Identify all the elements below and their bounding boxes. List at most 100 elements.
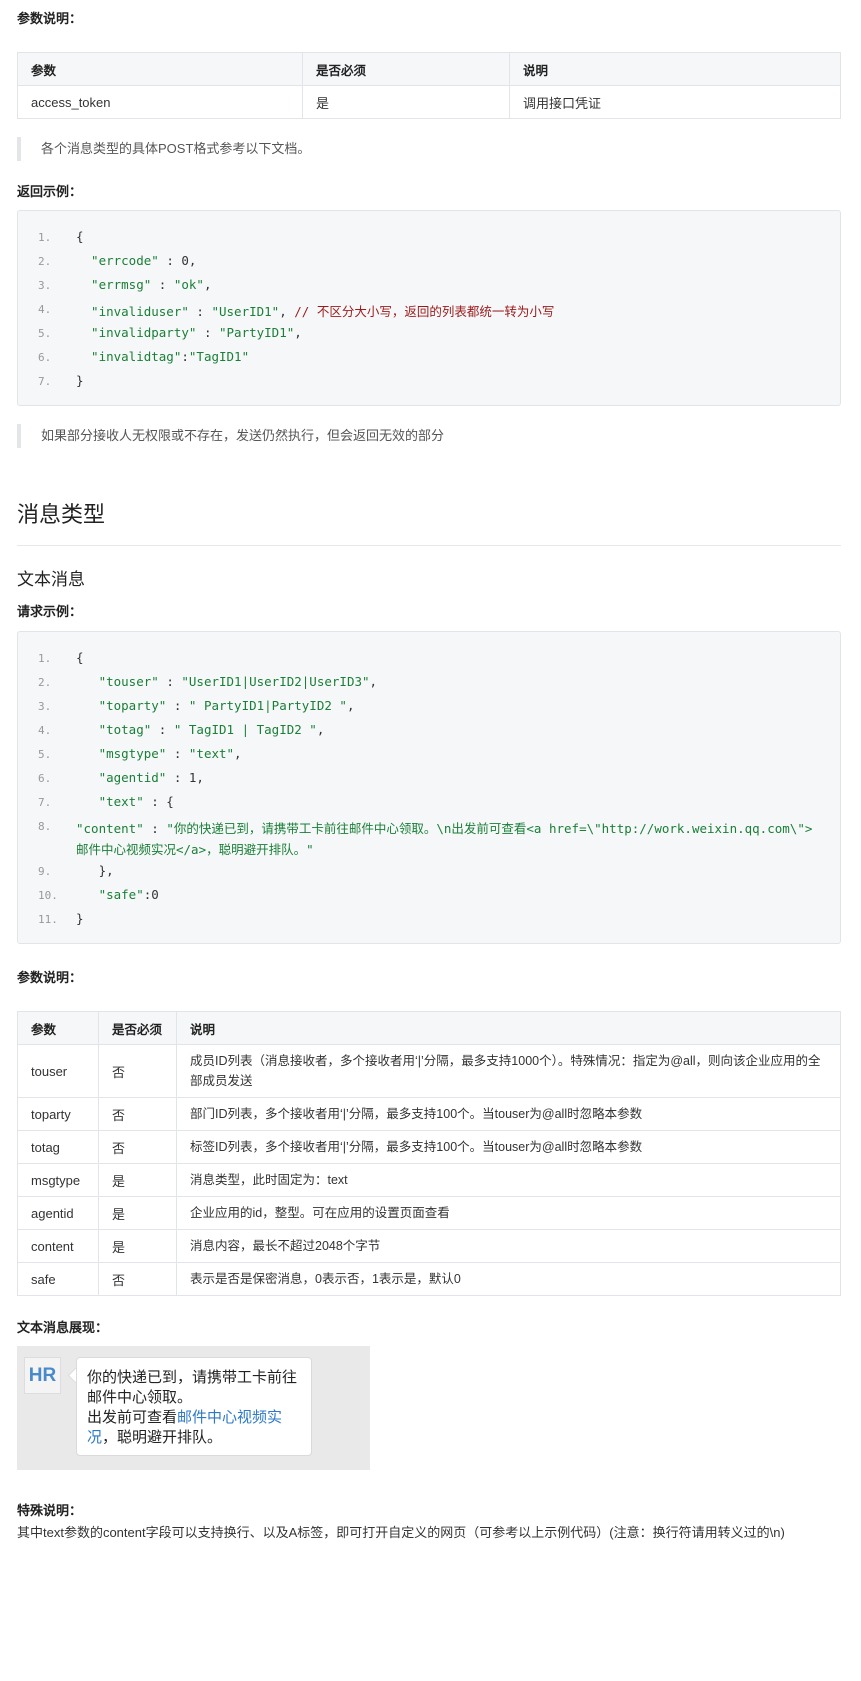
line-number: 4. — [38, 724, 52, 737]
code-token: : — [188, 304, 212, 319]
code-token: "invalidparty" — [76, 325, 197, 340]
subsection-heading: 文本消息 — [17, 570, 85, 589]
line-number: 3. — [38, 700, 52, 713]
response-code-block: 1. {2. "errcode" : 0, 3. "errmsg" : "ok", 4… — [17, 210, 841, 406]
code-token: "touser" — [76, 674, 159, 689]
code-token: : — [151, 277, 174, 292]
code-line: "invaliduser" : "UserID1", // 不区分大小写，返回的… — [76, 301, 554, 320]
line-number: 7. — [38, 375, 52, 388]
code-token: :0 — [143, 887, 159, 902]
table-cell: 标签ID列表，多个接收者用‘|’分隔，最多支持100个。当touser为@all… — [176, 1130, 841, 1164]
table-header-cell: 是否必须 — [302, 52, 510, 86]
line-number: 11. — [38, 913, 58, 926]
code-token: "msgtype" — [76, 746, 167, 761]
line-number: 5. — [38, 327, 52, 340]
note-blockquote-partial: 如果部分接收人无权限或不存在，发送仍然执行，但会返回无效的部分 — [17, 424, 841, 448]
code-line: "invalidparty" : "PartyID1", — [76, 325, 302, 340]
code-token: : — [158, 674, 182, 689]
display-label: 文本消息展现： — [17, 1320, 109, 1335]
code-token: : { — [143, 794, 174, 809]
table-cell: agentid — [17, 1196, 99, 1230]
code-token: "PartyID1" — [219, 325, 295, 340]
code-token: "TagID1" — [188, 349, 250, 364]
code-token: "text" — [76, 794, 144, 809]
line-number: 1. — [38, 652, 52, 665]
code-token: : 0, — [158, 253, 197, 268]
code-token: "invaliduser" — [76, 304, 189, 319]
code-token: : — [151, 722, 174, 737]
code-token: , — [234, 746, 242, 761]
table-row: toparty 否部门ID列表，多个接收者用‘|’分隔，最多支持100个。当tou… — [17, 1097, 841, 1131]
table-cell: 部门ID列表，多个接收者用‘|’分隔，最多支持100个。当touser为@all… — [176, 1097, 841, 1131]
table-row: totag 否标签ID列表，多个接收者用‘|’分隔，最多支持100个。当touse… — [17, 1130, 841, 1164]
table-cell: 否 — [98, 1097, 177, 1131]
params-table-text: 参数 是否必须 说明 touser 否成员ID列表（消息接收者，多个接收者用‘|’… — [17, 1011, 841, 1296]
code-token: "errcode" — [76, 253, 159, 268]
code-token: "ok" — [173, 277, 204, 292]
code-token: , — [294, 325, 302, 340]
code-token: } — [76, 373, 84, 388]
response-example-label: 返回示例： — [17, 184, 83, 199]
table-header-cell: 说明 — [509, 52, 841, 86]
table-cell: safe — [17, 1262, 99, 1296]
note-blockquote: 各个消息类型的具体POST格式参考以下文档。 — [17, 137, 841, 161]
table-cell: 表示是否是保密消息，0表示否，1表示是，默认0 — [176, 1262, 841, 1296]
line-number: 1. — [38, 231, 52, 244]
code-token: , — [203, 277, 212, 292]
code-line: "touser" : "UserID1|UserID2|UserID3", — [76, 674, 378, 689]
code-token: "safe" — [76, 887, 144, 902]
request-code-block: 1. {2. "touser" : "UserID1|UserID2|UserID… — [17, 631, 841, 944]
table-row: touser 否成员ID列表（消息接收者，多个接收者用‘|’分隔，最多支持1000… — [17, 1044, 841, 1098]
table-row: agentid 是企业应用的id，整型。可在应用的设置页面查看 — [17, 1196, 841, 1230]
line-number: 8. — [38, 820, 52, 833]
code-token: : — [166, 746, 189, 761]
table-cell: 是 — [98, 1229, 177, 1263]
code-token: { — [76, 650, 84, 665]
code-token: "invalidtag" — [76, 349, 182, 364]
code-line: "content" : "你的快递已到，请携带工卡前往邮件中心领取。\n出发前可… — [76, 818, 816, 860]
code-token: "UserID1|UserID2|UserID3" — [181, 674, 370, 689]
code-token: : — [166, 698, 189, 713]
code-line: "msgtype" : "text", — [76, 746, 242, 761]
code-line: } — [76, 911, 84, 926]
line-number: 2. — [38, 255, 52, 268]
code-line: "agentid" : 1, — [76, 770, 204, 785]
line-number: 9. — [38, 865, 52, 878]
table-cell: touser — [17, 1044, 99, 1098]
code-token: // 不区分大小写，返回的列表都统一转为小写 — [294, 304, 555, 319]
table-header-cell: 参数 — [17, 1011, 99, 1045]
section-heading: 消息类型 — [17, 502, 106, 527]
table-header-row: 参数 是否必须 说明 — [17, 52, 841, 86]
line-number: 4. — [38, 303, 52, 316]
code-line: { — [76, 229, 84, 244]
code-token: , — [279, 304, 295, 319]
table-row: content 是消息内容，最长不超过2048个字节 — [17, 1229, 841, 1263]
code-line: } — [76, 373, 84, 388]
table-cell: 否 — [98, 1044, 177, 1098]
table-cell: 是 — [302, 85, 510, 119]
table-header-cell: 说明 — [176, 1011, 841, 1045]
line-number: 10. — [38, 889, 58, 902]
table-cell: 是 — [98, 1163, 177, 1197]
code-line: "toparty" : " PartyID1|PartyID2 ", — [76, 698, 355, 713]
table-cell: msgtype — [17, 1163, 99, 1197]
table-row: msgtype 是消息类型，此时固定为：text — [17, 1163, 841, 1197]
table-header-cell: 参数 — [17, 52, 303, 86]
code-line: }, — [76, 863, 114, 878]
code-line: "errmsg" : "ok", — [76, 277, 211, 292]
request-example-label: 请求示例： — [17, 604, 83, 619]
table-cell: 成员ID列表（消息接收者，多个接收者用‘|’分隔，最多支持1000个）。特殊情况… — [176, 1044, 841, 1098]
code-token: " TagID1 | TagID2 " — [173, 722, 317, 737]
table-cell: totag — [17, 1130, 99, 1164]
code-token: " PartyID1|PartyID2 " — [188, 698, 347, 713]
code-token: "UserID1" — [211, 304, 280, 319]
code-token: , — [316, 722, 325, 737]
message-bubble: 你的快递已到，请携带工卡前往邮件中心领取。 出发前可查看邮件中心视频实况，聪明避… — [76, 1357, 312, 1456]
code-token: }, — [76, 863, 114, 878]
line-number: 6. — [38, 351, 52, 364]
params-label: 参数说明： — [17, 11, 83, 26]
code-line: "text" : { — [76, 794, 174, 809]
message-text: 你的快递已到，请携带工卡前往邮件中心领取。 — [87, 1369, 298, 1406]
code-token: "totag" — [76, 722, 152, 737]
table-cell: 是 — [98, 1196, 177, 1230]
